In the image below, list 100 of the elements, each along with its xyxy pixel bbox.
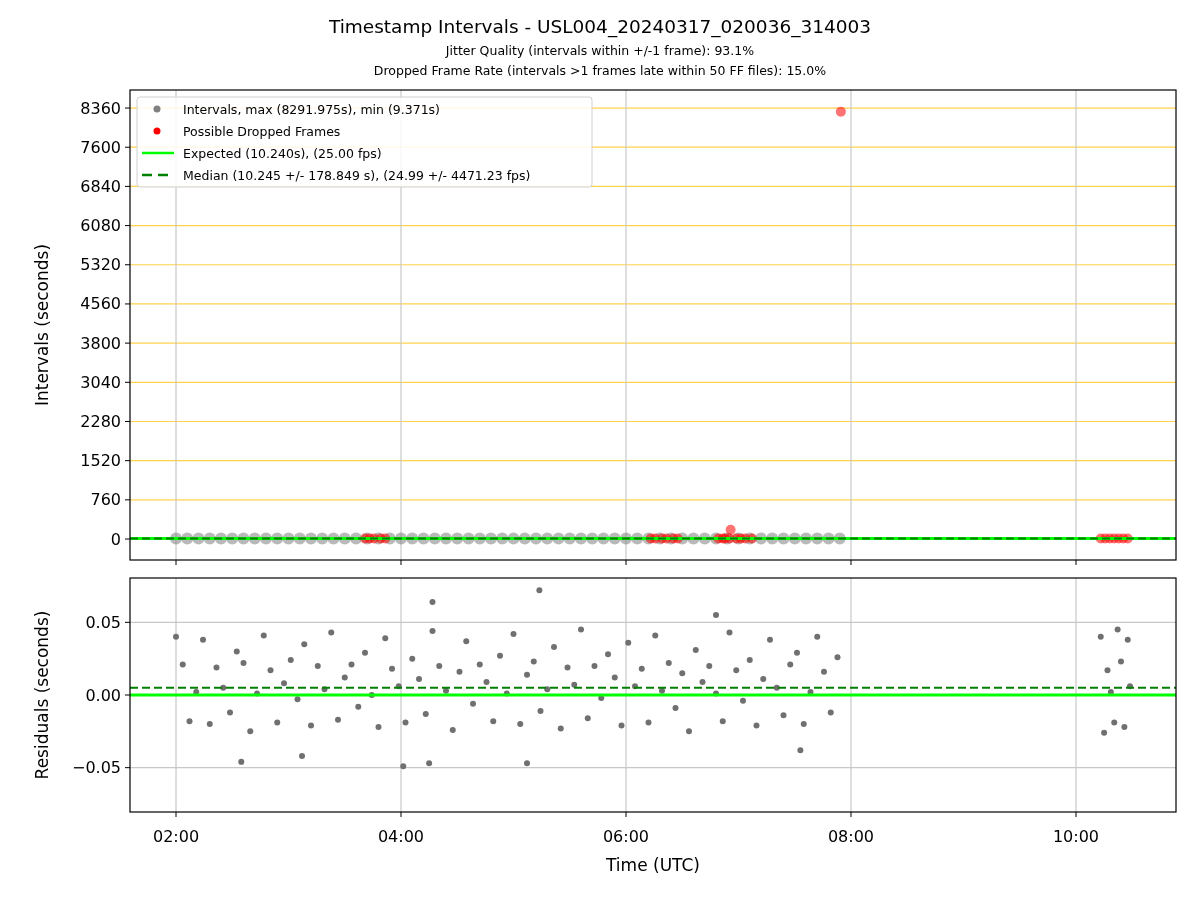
data-point [753,722,760,729]
data-point [267,667,274,674]
data-point [578,626,584,633]
data-point [794,649,800,656]
data-point [294,696,301,703]
tick-label: 2280 [80,412,121,431]
data-point [476,661,483,668]
data-point [1104,667,1111,674]
data-point [355,703,362,710]
data-point [1111,719,1118,726]
data-point [672,705,679,712]
data-point [777,532,790,545]
data-point [428,532,441,545]
data-point [417,532,430,545]
legend-label: Intervals, max (8291.975s), min (9.371s) [183,101,440,117]
data-point [713,690,719,697]
data-point [788,532,801,545]
tick-label: 760 [90,490,121,510]
data-point [341,674,348,681]
data-point [564,664,571,671]
data-point [692,646,699,653]
data-point [551,644,557,651]
data-point [368,692,375,698]
tick-label: 10:00 [1052,827,1100,846]
data-point [436,662,443,669]
tick-label: 6080 [80,216,121,236]
data-point [661,533,672,544]
data-point [746,657,753,664]
data-point [173,633,179,640]
data-point [657,533,667,544]
data-point [1114,626,1121,633]
data-point [597,532,610,545]
data-point [510,630,517,637]
data-point [524,760,530,767]
data-point [271,532,284,545]
data-point [260,632,267,639]
data-point [507,532,520,545]
data-point [557,725,564,732]
data-point [740,533,751,544]
data-point [389,665,395,672]
data-point [1121,724,1128,730]
tick-label: 8360 [80,98,121,118]
data-point [483,678,490,685]
data-point [676,532,689,545]
data-point [625,639,632,646]
data-point [327,532,340,545]
data-point [811,532,824,545]
data-point [260,532,272,545]
data-point [807,689,814,696]
data-point [686,728,692,735]
data-point [726,629,733,636]
data-point [380,533,391,544]
data-point [618,722,625,729]
data-point [747,533,757,544]
data-point [227,709,233,716]
tick-label: 0 [110,529,121,549]
data-point [503,690,510,697]
data-point [814,633,821,640]
data-point [598,694,605,701]
data-point [375,724,382,730]
data-point [672,533,683,544]
data-point [181,532,194,545]
data-point [530,658,537,665]
data-point [193,689,200,696]
tick-label: 3040 [80,372,121,392]
data-point [1122,533,1133,544]
data-point [462,532,475,545]
data-point [338,532,351,545]
data-point [575,532,587,545]
data-point [638,665,645,672]
data-point [834,654,841,661]
data-point [308,722,314,729]
data-point [485,532,497,545]
data-point [237,532,250,545]
data-point [719,718,726,725]
data-point [226,532,239,545]
data-point [451,532,464,545]
data-point [299,753,305,760]
data-point [665,660,672,666]
legend-label: Possible Dropped Frames [183,123,341,139]
data-point [186,718,193,725]
data-point [725,524,736,535]
data-point [1127,683,1133,690]
data-point [833,532,846,545]
data-point [740,697,746,704]
data-point [713,612,719,619]
data-point [473,532,486,545]
data-point [470,700,476,707]
data-point [215,532,227,545]
data-point [395,532,407,545]
data-point [281,680,287,687]
data-point [563,532,576,545]
data-point [780,712,787,719]
axis-label: Residuals (seconds) [32,610,52,780]
data-point [631,532,644,545]
data-point [402,719,409,726]
chart-subtitle: Jitter Quality (intervals within +/-1 frame): 93.1% [445,42,755,60]
tick-label: 0.00 [85,685,121,705]
data-point [247,728,254,735]
data-point [213,664,220,671]
